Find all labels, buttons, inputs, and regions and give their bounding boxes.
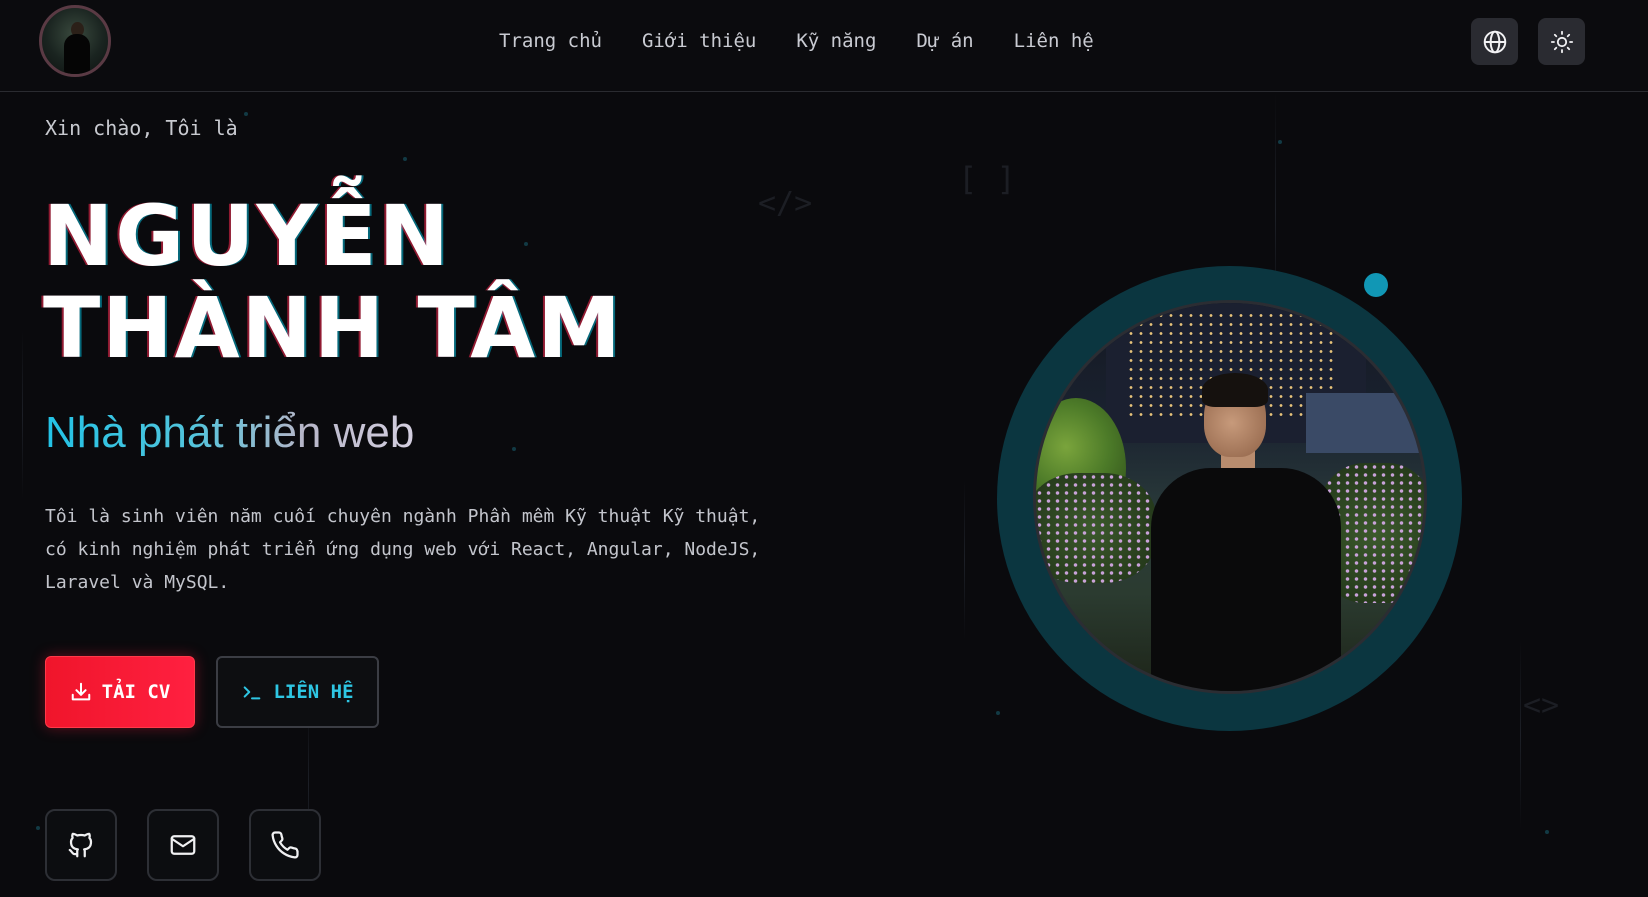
decor-dot (1545, 830, 1549, 834)
download-cv-button[interactable]: TẢI CV (45, 656, 195, 728)
nav-item-contact[interactable]: Liên hệ (1014, 30, 1094, 52)
portfolio-page: </> [ ] <> Trang chủ Giới thiệu Kỹ năng … (0, 0, 1648, 897)
name-line-2: THÀNH TÂM (43, 279, 623, 377)
terminal-icon (244, 686, 261, 700)
job-title: Nhà phát triển web (45, 408, 415, 457)
github-icon (68, 832, 93, 858)
avatar-logo[interactable] (39, 5, 111, 77)
decor-line (964, 480, 965, 640)
phone-icon (271, 831, 299, 859)
name-line-1: NGUYỄN (43, 187, 451, 285)
globe-icon (1483, 30, 1506, 53)
decor-dot (36, 826, 40, 830)
code-brackets-icon: </> (758, 186, 813, 221)
nav-item-home[interactable]: Trang chủ (499, 30, 602, 52)
decor-dot (403, 157, 407, 161)
photo-flowers-left (1036, 473, 1156, 583)
photo-person-hair (1202, 373, 1268, 407)
language-button[interactable] (1471, 18, 1518, 65)
greeting-text: Xin chào, Tôi là (45, 116, 238, 140)
hero-name: NGUYỄN THÀNH TÂM (43, 190, 623, 374)
nav-item-skills[interactable]: Kỹ năng (796, 30, 876, 52)
photo-billboard (1306, 393, 1424, 453)
contact-button[interactable]: LIÊN HỆ (216, 656, 379, 728)
download-icon (71, 682, 90, 701)
nav-item-projects[interactable]: Dự án (916, 30, 973, 52)
decor-dot (512, 447, 516, 451)
profile-photo (1033, 300, 1427, 694)
main-nav: Trang chủ Giới thiệu Kỹ năng Dự án Liên … (499, 26, 1094, 56)
decor-line (22, 330, 23, 500)
avatar-body (64, 34, 90, 74)
nav-item-about[interactable]: Giới thiệu (642, 30, 756, 52)
phone-link[interactable] (249, 809, 321, 881)
hero-description: Tôi là sinh viên năm cuối chuyên ngành P… (45, 506, 761, 593)
download-cv-label: TẢI CV (101, 681, 171, 703)
photo-person-body (1151, 468, 1341, 691)
mail-icon (170, 835, 196, 855)
email-link[interactable] (147, 809, 219, 881)
sun-icon (1550, 30, 1573, 53)
decor-dot (996, 711, 1000, 715)
decor-line (1520, 640, 1521, 830)
decor-dot (1278, 140, 1282, 144)
bracket-icon: [ ] (958, 160, 1016, 198)
top-navbar: Trang chủ Giới thiệu Kỹ năng Dự án Liên … (0, 0, 1648, 92)
decor-dot (244, 112, 248, 116)
accent-dot (1364, 273, 1388, 297)
contact-label: LIÊN HỆ (273, 681, 354, 703)
github-link[interactable] (45, 809, 117, 881)
theme-toggle-button[interactable] (1538, 18, 1585, 65)
angle-brackets-icon: <> (1523, 688, 1560, 723)
